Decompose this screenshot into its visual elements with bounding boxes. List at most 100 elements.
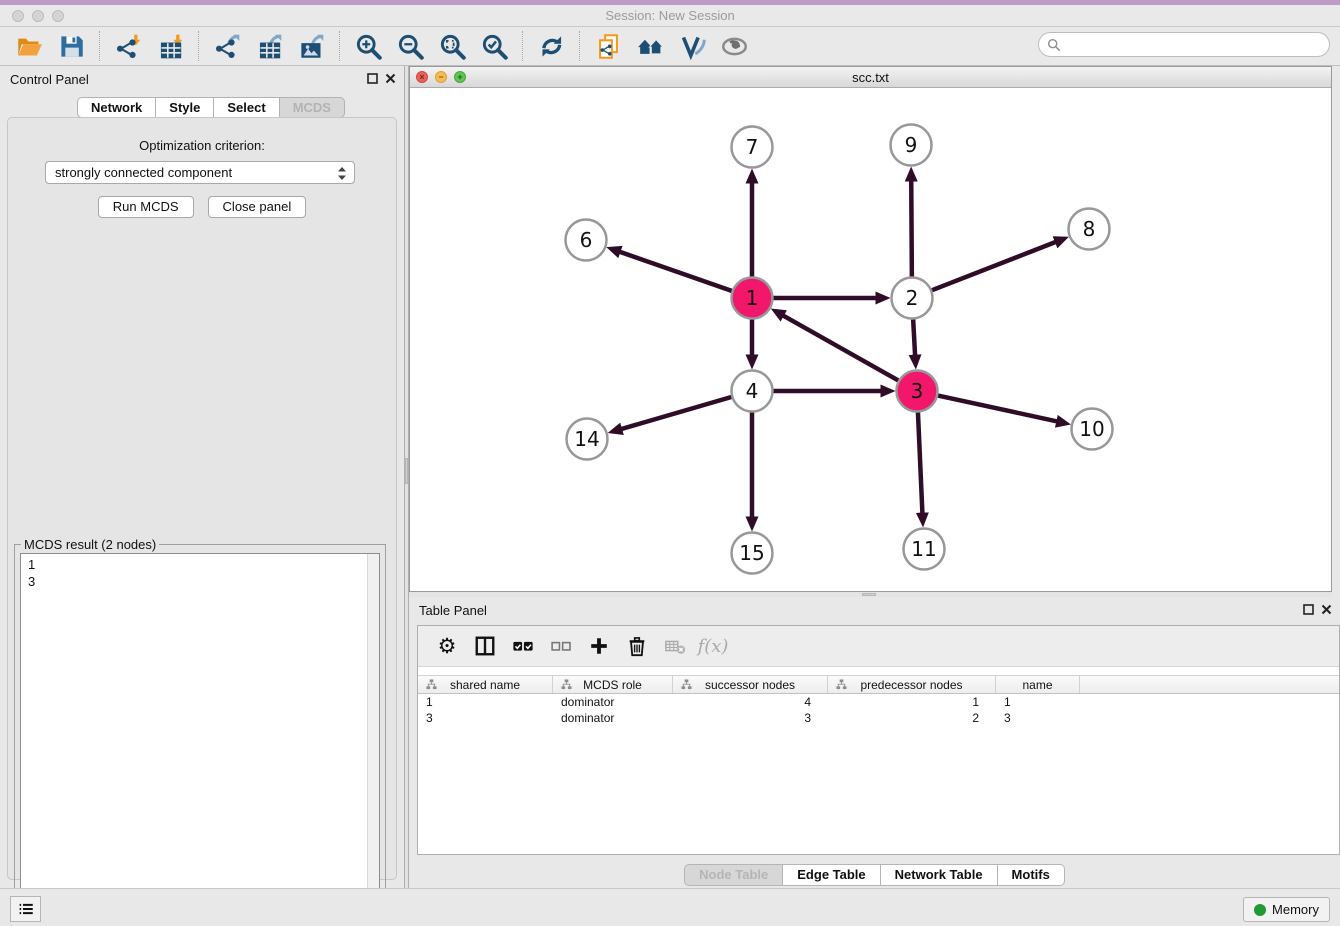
search-input[interactable] [1061,35,1329,55]
list-icon [17,900,35,918]
birdseye-view-icon[interactable] [718,31,750,61]
tab-edge-table[interactable]: Edge Table [783,864,880,886]
home-icon[interactable] [634,31,666,61]
search-box[interactable] [1038,32,1330,57]
table-cell[interactable]: dominator [553,710,673,726]
memory-button[interactable]: Memory [1243,897,1330,922]
export-image-icon[interactable] [295,31,327,61]
status-bar: Memory [0,888,1340,926]
select-all-icon[interactable] [508,632,538,660]
splitter-grip[interactable] [862,593,876,596]
table-cell[interactable]: 2 [828,710,996,726]
close-panel-button[interactable]: Close panel [208,196,307,218]
edge-4-14[interactable] [620,397,731,429]
tab-style[interactable]: Style [156,97,214,118]
network-window-titlebar[interactable]: × − + scc.txt [410,67,1331,88]
memory-status-dot [1254,904,1266,916]
edge-2-8[interactable] [932,242,1057,291]
zoom-in-icon[interactable] [352,31,384,61]
zoom-out-icon[interactable] [394,31,426,61]
table-cell[interactable]: 4 [673,694,828,710]
tab-select[interactable]: Select [214,97,279,118]
delete-icon[interactable] [622,632,652,660]
tab-mcds[interactable]: MCDS [280,97,345,118]
node-label-7: 7 [746,135,759,159]
table-cell[interactable]: 3 [996,710,1080,726]
float-panel-icon[interactable] [367,73,378,84]
node-label-11: 11 [911,537,936,561]
export-table-icon[interactable] [253,31,285,61]
toolbar-separator [579,31,580,61]
delete-table-icon[interactable] [660,632,690,660]
node-label-9: 9 [905,133,918,157]
table-cell[interactable]: 1 [418,694,553,710]
splitter-grip[interactable] [405,458,408,484]
table-row[interactable]: 3dominator323 [418,710,1339,726]
zoom-fit-icon[interactable] [436,31,468,61]
import-table-icon[interactable] [154,31,186,61]
function-builder-icon[interactable]: f(x) [698,632,728,660]
table-toolbar: ⚙ f(x) [418,626,1339,667]
node-label-14: 14 [574,427,599,451]
window-titlebar: Session: New Session [0,5,1340,27]
edge-3-1[interactable] [782,315,898,381]
import-network-icon[interactable] [112,31,144,61]
network-canvas[interactable]: 7968124314101511 [410,88,1331,591]
tab-node-table[interactable]: Node Table [684,864,783,886]
table-cell[interactable]: 3 [673,710,828,726]
table-panel: Table Panel ⚙f(x) shared nameMCDS rolesu… [409,597,1340,888]
edge-2-9[interactable] [911,179,912,276]
graphics-details-icon[interactable] [676,31,708,61]
edge-2-3[interactable] [913,319,915,356]
criterion-value: strongly connected component [55,165,232,180]
table-row[interactable]: 1dominator411 [418,694,1339,710]
tab-network[interactable]: Network [77,97,156,118]
add-row-icon[interactable] [584,632,614,660]
open-folder-icon[interactable] [13,31,45,61]
window-title: Session: New Session [0,8,1340,23]
edge-3-11[interactable] [918,412,923,514]
application-window: Session: New Session Control Panel Netwo… [0,0,1340,926]
save-icon[interactable] [55,31,87,61]
edge-1-6[interactable] [619,251,732,291]
task-history-button[interactable] [10,896,41,922]
memory-label: Memory [1272,902,1319,917]
float-panel-icon[interactable] [1303,604,1314,615]
tab-motifs[interactable]: Motifs [998,864,1065,886]
node-label-15: 15 [739,541,764,565]
table-cell[interactable]: dominator [553,694,673,710]
toolbar-separator [339,31,340,61]
mcds-result-group: MCDS result (2 nodes) 1 3 [14,544,386,916]
node-label-3: 3 [911,379,924,403]
table-cell[interactable]: 1 [828,694,996,710]
column-header-MCDS-role[interactable]: MCDS role [553,676,673,693]
main-toolbar [0,27,1340,66]
criterion-select[interactable]: strongly connected component [45,161,355,184]
edge-3-10[interactable] [938,396,1058,422]
network-window-title: scc.txt [410,70,1331,85]
close-panel-icon[interactable] [1321,604,1332,615]
column-header-predecessor-nodes[interactable]: predecessor nodes [828,676,996,693]
result-scrollbar[interactable] [367,554,379,909]
export-network-icon[interactable] [211,31,243,61]
run-mcds-button[interactable]: Run MCDS [98,196,194,218]
network-from-file-icon[interactable] [592,31,624,61]
control-panel-header: Control Panel [0,66,404,92]
tab-network-table[interactable]: Network Table [881,864,998,886]
optimization-criterion-label: Optimization criterion: [8,138,396,153]
table-cell[interactable]: 1 [996,694,1080,710]
gear-icon[interactable]: ⚙ [432,632,462,660]
network-view-window: × − + scc.txt 7968124314101511 [409,66,1332,592]
control-panel-title: Control Panel [10,72,89,87]
column-header-name[interactable]: name [996,676,1080,693]
table-cell[interactable]: 3 [418,710,553,726]
close-panel-icon[interactable] [385,73,396,84]
zoom-selected-icon[interactable] [478,31,510,61]
toolbar-separator [198,31,199,61]
refresh-icon[interactable] [535,31,567,61]
column-header-successor-nodes[interactable]: successor nodes [673,676,828,693]
column-header-shared-name[interactable]: shared name [418,676,553,693]
node-table[interactable]: shared nameMCDS rolesuccessor nodesprede… [418,675,1339,726]
unselect-all-icon[interactable] [546,632,576,660]
columns-icon[interactable] [470,632,500,660]
